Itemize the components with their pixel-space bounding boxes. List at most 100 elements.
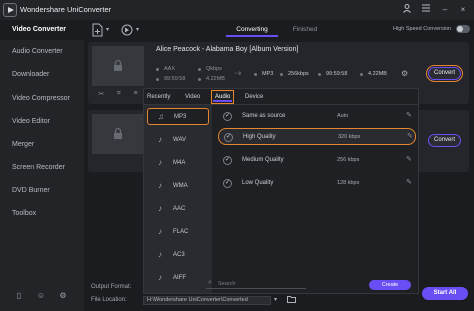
tab-converting[interactable]: Converting	[226, 23, 278, 37]
meta-dot	[254, 73, 257, 76]
format-item-aiff[interactable]: ♪ AIFF	[147, 269, 209, 286]
source-quality: Qkbps	[206, 66, 222, 72]
title-bar: Wondershare UniConverter – ×	[0, 0, 474, 20]
quality-option-high[interactable]: ✓ High Quality 320 kbps ✎	[218, 128, 416, 145]
sidebar-item-screen-recorder[interactable]: Screen Recorder	[0, 158, 84, 178]
sidebar-item-toolbox[interactable]: Toolbox	[0, 204, 84, 224]
file-thumbnail	[92, 46, 144, 86]
format-panel: Recently Video Audio Device ♫ MP3 ♪ WAV …	[143, 88, 419, 294]
high-speed-conversion-toggle[interactable]	[456, 25, 470, 33]
sidebar: Video Converter Audio Converter Download…	[0, 20, 84, 311]
app-logo-icon	[3, 3, 17, 17]
check-icon: ✓	[223, 156, 232, 165]
source-size: 4.22MB	[206, 76, 225, 82]
edit-icon[interactable]: ✎	[407, 132, 413, 140]
start-all-button[interactable]: Start All	[422, 287, 468, 300]
settings-icon[interactable]: ⚙	[58, 291, 68, 301]
file-thumbnail	[92, 114, 144, 154]
format-label: AIFF	[173, 274, 186, 281]
format-item-aac[interactable]: ♪ AAC	[147, 200, 209, 217]
quality-rate: 256 kbps	[337, 157, 360, 163]
lock-icon	[114, 59, 122, 71]
convert-button[interactable]: Convert	[426, 65, 463, 82]
file-location-label: File Location:	[91, 297, 127, 303]
format-label: MP3	[174, 113, 187, 120]
meta-dot	[360, 73, 363, 76]
format-item-flac[interactable]: ♪ FLAC	[147, 223, 209, 240]
add-file-dropdown-icon[interactable]: ▾	[106, 26, 109, 33]
add-file-icon[interactable]	[90, 23, 104, 37]
user-icon[interactable]: ☺	[36, 291, 46, 301]
sidebar-item-merger[interactable]: Merger	[0, 135, 84, 155]
source-format: AAX	[164, 66, 176, 72]
sidebar-item-video-converter[interactable]: Video Converter	[0, 20, 84, 40]
quality-option-medium[interactable]: ✓ Medium Quality 256 kbps ✎	[218, 152, 416, 169]
quality-rate: Auto	[337, 113, 349, 119]
format-item-wav[interactable]: ♪ WAV	[147, 131, 209, 148]
convert-button[interactable]: Convert	[428, 134, 461, 147]
meta-dot	[156, 68, 159, 71]
format-label: FLAC	[173, 228, 189, 235]
output-format-label: Output Format:	[91, 284, 132, 290]
minimize-button[interactable]: –	[438, 3, 452, 17]
target-format: MP3	[262, 71, 274, 77]
format-label: M4A	[173, 159, 186, 166]
quality-option-same-as-source[interactable]: ✓ Same as source Auto ✎	[218, 108, 416, 125]
sidebar-item-dvd-burner[interactable]: DVD Burner	[0, 181, 84, 201]
sidebar-item-downloader[interactable]: Downloader	[0, 65, 84, 85]
format-item-mp3[interactable]: ♫ MP3	[147, 108, 209, 125]
high-speed-conversion-label: High Speed Conversion	[393, 26, 452, 32]
tab-video[interactable]: Video	[185, 92, 200, 102]
edit-icon[interactable]: ✎	[406, 178, 412, 186]
sidebar-item-video-editor[interactable]: Video Editor	[0, 112, 84, 132]
menu-icon[interactable]	[419, 3, 433, 17]
folder-icon[interactable]	[287, 295, 296, 305]
convert-arrow-icon: ⇢	[234, 68, 242, 78]
settings-gear-icon[interactable]: ⚙	[401, 69, 408, 78]
file-location-dropdown-icon[interactable]: ▾	[274, 296, 277, 303]
music-icon: ♪	[158, 158, 162, 167]
quality-rate: 128 kbps	[337, 180, 360, 186]
music-icon: ♪	[158, 273, 162, 282]
crop-icon[interactable]: ⌗	[117, 90, 121, 100]
meta-dot	[198, 68, 201, 71]
target-bitrate: 256kbps	[288, 71, 309, 77]
trim-icon[interactable]: ✂	[98, 90, 104, 100]
search-input[interactable]: Search	[206, 279, 306, 289]
format-item-m4a[interactable]: ♪ M4A	[147, 154, 209, 171]
meta-dot	[198, 78, 201, 81]
quality-rate: 320 kbps	[338, 134, 361, 140]
meta-dot	[280, 73, 283, 76]
book-icon[interactable]: ▯	[14, 291, 24, 301]
add-media-dropdown-icon[interactable]: ▾	[136, 26, 139, 33]
account-icon[interactable]	[400, 3, 414, 17]
format-item-wma[interactable]: ♪ WMA	[147, 177, 209, 194]
music-icon: ♪	[158, 250, 162, 259]
tab-finished[interactable]: Finished	[279, 23, 331, 37]
edit-icon[interactable]: ✎	[406, 111, 412, 119]
quality-name: Medium Quality	[242, 157, 284, 163]
sidebar-item-audio-converter[interactable]: Audio Converter	[0, 42, 84, 62]
app-title: Wondershare UniConverter	[20, 5, 112, 14]
target-size: 4.22MB	[368, 71, 387, 77]
edit-icon[interactable]: ✎	[406, 155, 412, 163]
tab-audio[interactable]: Audio	[210, 90, 235, 104]
effects-icon[interactable]: ≡	[134, 90, 138, 100]
lock-icon	[114, 127, 122, 139]
check-icon: ✓	[223, 112, 232, 121]
file-title: Alice Peacock - Alabama Boy [Album Versi…	[156, 46, 299, 53]
meta-dot	[156, 78, 159, 81]
quality-option-low[interactable]: ✓ Low Quality 128 kbps ✎	[218, 175, 416, 192]
tab-device[interactable]: Device	[245, 92, 263, 102]
format-item-ac3[interactable]: ♪ AC3	[147, 246, 209, 263]
close-button[interactable]: ×	[456, 3, 470, 17]
tab-recently[interactable]: Recently	[147, 92, 170, 102]
target-duration: 99:59:58	[326, 71, 348, 77]
add-media-icon[interactable]	[120, 23, 134, 37]
meta-dot	[318, 73, 321, 76]
sidebar-item-video-compressor[interactable]: Video Compressor	[0, 89, 84, 109]
format-list: ♫ MP3 ♪ WAV ♪ M4A ♪ WMA ♪ AAC ♪ FLAC ♪ A…	[144, 105, 212, 293]
check-icon: ✓	[224, 133, 233, 142]
file-location-field[interactable]: H:\Wondershare UniConverter\Converted	[143, 296, 271, 305]
create-button[interactable]: Create	[369, 280, 411, 290]
